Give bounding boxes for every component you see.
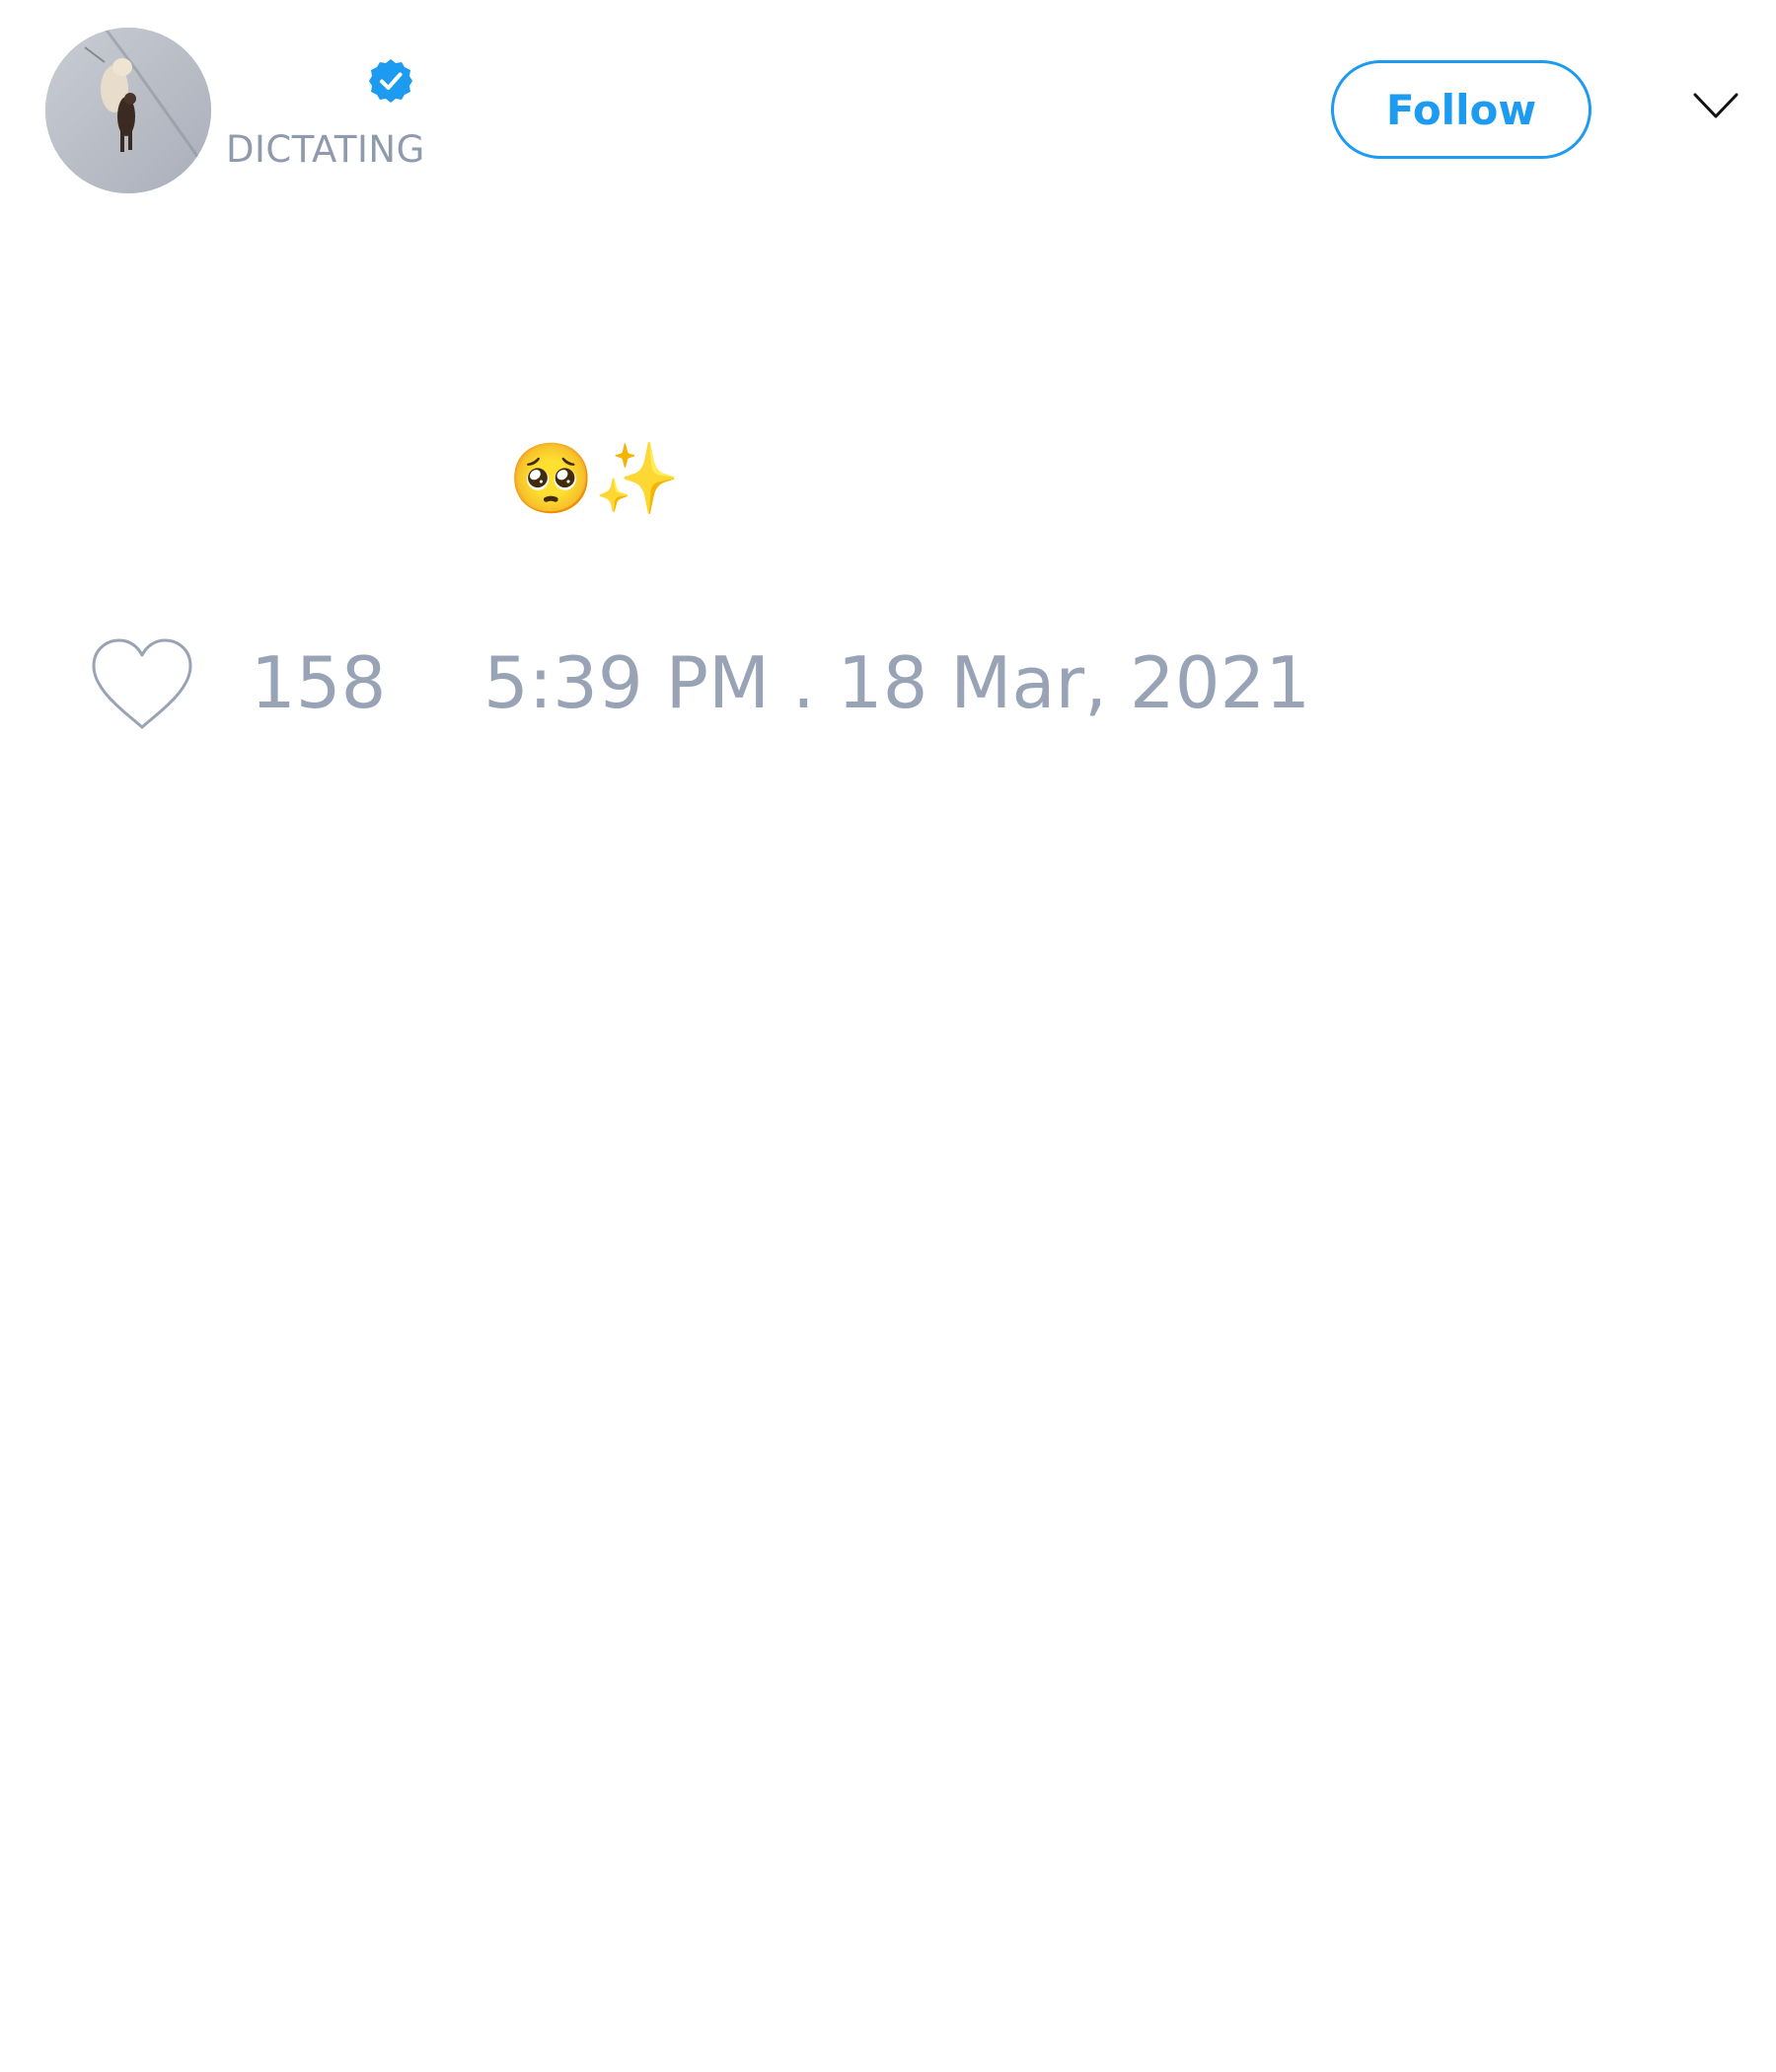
tweet-text: 🥺✨	[508, 438, 681, 519]
heart-outline-icon[interactable]	[90, 636, 194, 731]
follow-button[interactable]: Follow	[1331, 60, 1591, 159]
tweet-timestamp[interactable]: 5:39 PM . 18 Mar, 2021	[483, 641, 1310, 724]
verified-badge-icon	[369, 59, 412, 103]
avatar[interactable]	[45, 28, 211, 193]
like-count: 158	[251, 641, 387, 724]
dog-photo-avatar	[45, 28, 211, 193]
chevron-down-icon[interactable]	[1693, 91, 1739, 120]
user-handle[interactable]: DICTATING	[226, 126, 425, 174]
